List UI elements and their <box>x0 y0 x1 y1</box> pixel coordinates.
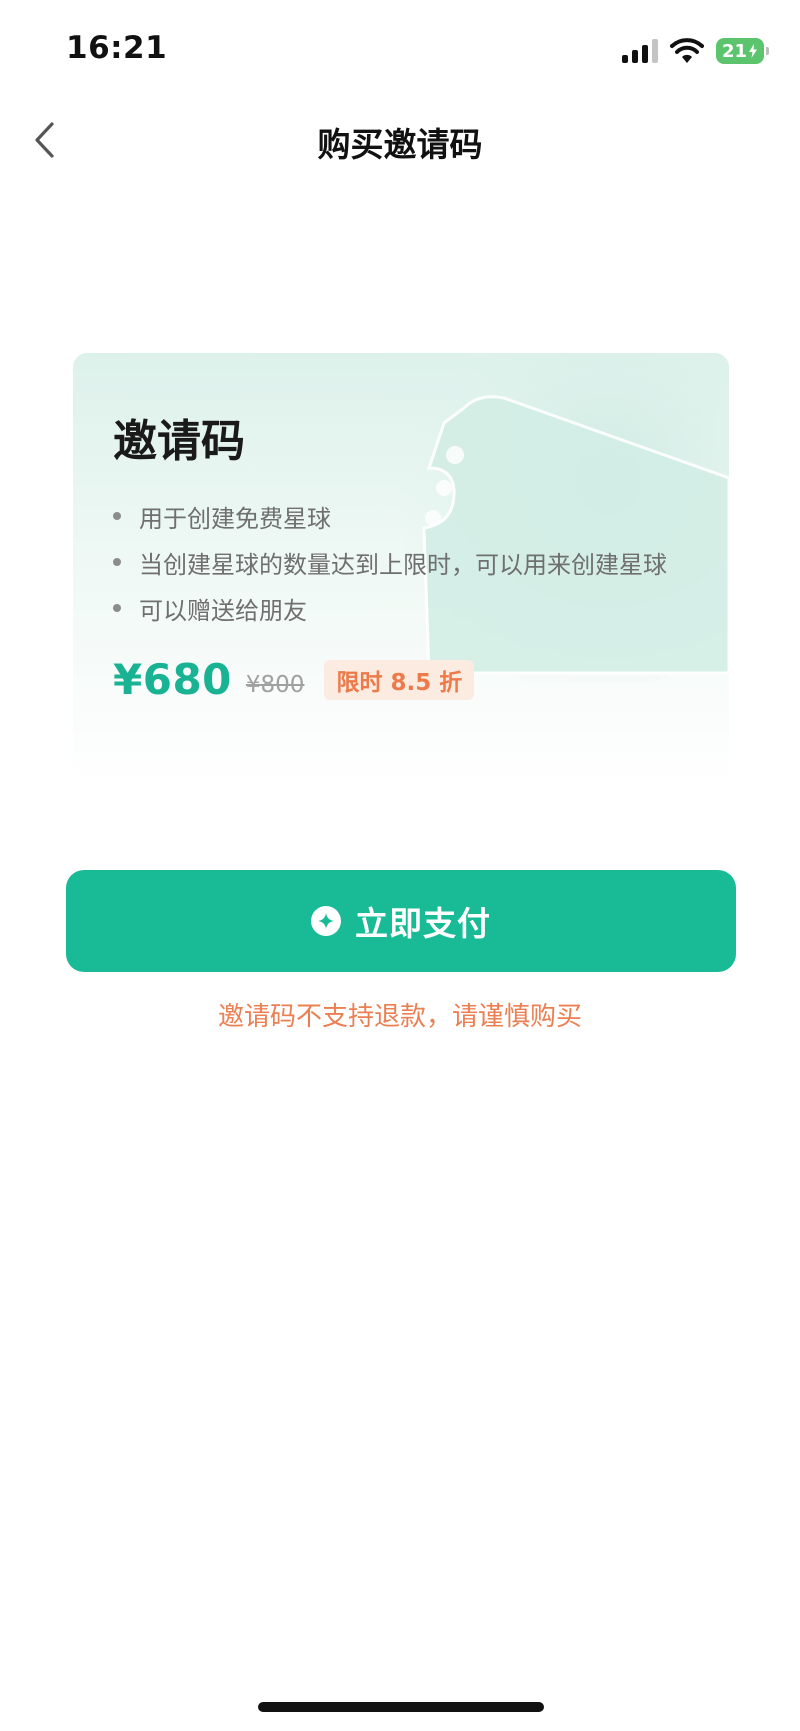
feature-text: 可以赠送给朋友 <box>139 596 307 625</box>
feature-list: 用于创建免费星球 当创建星球的数量达到上限时，可以用来创建星球 可以赠送给朋友 <box>113 493 667 631</box>
signal-icon <box>622 39 658 63</box>
invite-code-card: 邀请码 用于创建免费星球 当创建星球的数量达到上限时，可以用来创建星球 可以赠送… <box>73 353 729 785</box>
pay-button-label: 立即支付 <box>355 904 491 943</box>
pay-now-button[interactable]: 立即支付 <box>66 870 736 972</box>
list-item: 当创建星球的数量达到上限时，可以用来创建星球 <box>113 539 667 585</box>
status-bar: 16:21 21 <box>0 0 800 100</box>
status-time: 16:21 <box>66 30 168 66</box>
price-row: ¥680 ¥800 限时 8.5 折 <box>113 655 475 704</box>
purchase-invite-code-screen: 16:21 21 购买邀请码 邀请码 用于创建免费星球 当创建星球的数量达到上限… <box>0 0 800 1731</box>
refund-notice: 邀请码不支持退款，请谨慎购买 <box>217 1002 582 1032</box>
page-title: 购买邀请码 <box>317 125 483 164</box>
bullet-icon <box>113 558 121 566</box>
feature-text: 用于创建免费星球 <box>139 504 331 533</box>
wifi-icon <box>670 38 704 63</box>
status-icons: 21 <box>622 36 769 66</box>
list-item: 可以赠送给朋友 <box>113 585 667 631</box>
bullet-icon <box>113 604 121 612</box>
battery-level: 21 <box>721 40 748 62</box>
home-indicator[interactable] <box>258 1702 544 1712</box>
original-price: ¥800 <box>245 671 305 698</box>
sparkle-circle-icon <box>311 906 341 936</box>
card-title: 邀请码 <box>113 416 245 467</box>
discount-badge: 限时 8.5 折 <box>324 659 475 700</box>
feature-text: 当创建星球的数量达到上限时，可以用来创建星球 <box>139 550 667 579</box>
current-price: ¥680 <box>113 655 232 704</box>
bullet-icon <box>113 512 121 520</box>
list-item: 用于创建免费星球 <box>113 493 667 539</box>
battery-charging-icon: 21 <box>716 38 769 64</box>
